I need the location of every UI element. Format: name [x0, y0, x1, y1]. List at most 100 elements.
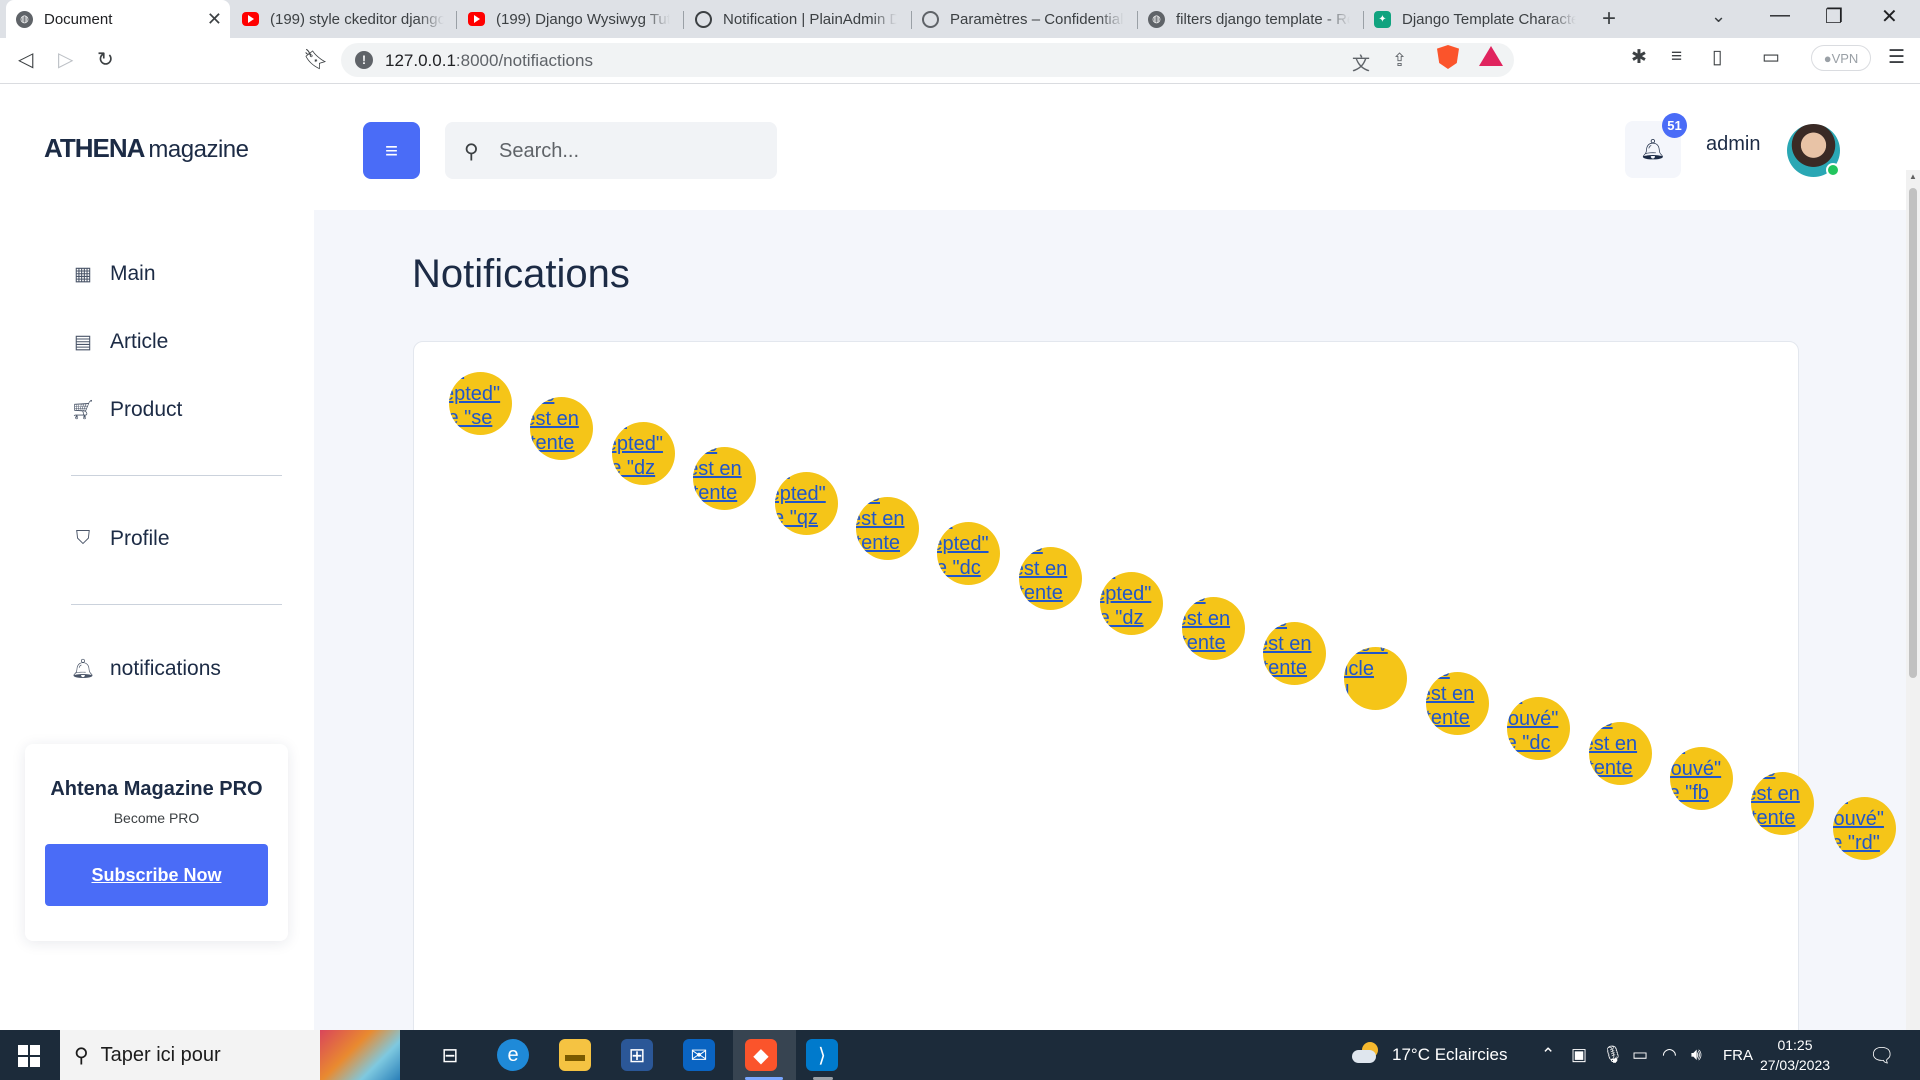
notification-link[interactable]: ctic est en ttente — [1019, 547, 1082, 605]
menu-icon[interactable]: ☰ — [1888, 46, 1905, 69]
sidebar-item-article[interactable]: ▤ Article — [72, 330, 168, 354]
close-window-icon[interactable]: ✕ — [1881, 4, 1898, 29]
task-view-icon[interactable]: ⊟ — [434, 1039, 466, 1071]
chevron-up-icon[interactable]: ⌃ — [1541, 1045, 1555, 1065]
url-text[interactable]: 127.0.0.1:8000/notifiactions — [385, 51, 593, 71]
taskbar-search-text: Taper ici pour — [100, 1043, 221, 1066]
taskbar-search[interactable]: ⚲ Taper ici pour — [60, 1030, 320, 1080]
logo-main-text: ATHENA — [44, 133, 145, 163]
notification-link[interactable]: ctic est en ttente — [1263, 622, 1326, 680]
notification-link[interactable]: ctic est en ttente — [530, 397, 593, 455]
tab-youtube-ckeditor[interactable]: (199) style ckeditor django — [232, 0, 454, 38]
notification-link[interactable]: i a epted" le "dz — [1100, 572, 1163, 630]
store-icon[interactable]: ⊞ — [621, 1039, 653, 1071]
page-title: Notifications — [412, 252, 630, 296]
address-bar[interactable]: ! 127.0.0.1:8000/notifiactions 文 ⇪ — [341, 43, 1514, 77]
shield-user-icon: ⛉ — [75, 528, 91, 549]
bell-icon: 🔔︎ — [70, 659, 96, 680]
volume-icon[interactable]: 🔊︎ — [1691, 1045, 1702, 1065]
battery-icon[interactable]: ▭ — [1632, 1045, 1648, 1065]
search-input[interactable] — [499, 135, 759, 167]
brave-rewards-icon[interactable] — [1479, 46, 1503, 66]
notification-link[interactable]: i a epted" le "dz — [612, 422, 675, 480]
notification-link[interactable]: i a epted" le "dc — [937, 522, 1000, 580]
new-tab-button[interactable]: + — [1602, 5, 1616, 33]
forward-icon[interactable]: ▷ — [58, 47, 73, 72]
extensions-icon[interactable]: ✱ — [1631, 46, 1647, 69]
back-icon[interactable]: ◁ — [18, 47, 33, 72]
subscribe-button[interactable]: Subscribe Now — [45, 844, 268, 906]
notification-link[interactable]: i a epted" le "se — [449, 372, 512, 430]
info-icon[interactable]: ! — [355, 51, 373, 69]
username[interactable]: admin — [1706, 133, 1760, 156]
minimize-icon[interactable]: — — [1770, 4, 1790, 27]
notifications-card: i a epted" le "se ctic est en ttente i a e… — [413, 341, 1896, 1030]
notification-link[interactable]: i a epted" le "qz — [775, 472, 838, 530]
notification-link[interactable]: i a rouvé" le "dc — [1507, 697, 1570, 755]
wifi-icon[interactable]: ◠ — [1662, 1045, 1677, 1065]
notification-link[interactable]: ctic est en ttente — [693, 447, 756, 505]
restore-icon[interactable]: ❐ — [1825, 4, 1843, 29]
playlist-icon[interactable]: ≡ — [1671, 46, 1682, 68]
reload-icon[interactable]: ↻ — [97, 47, 114, 72]
notification-link[interactable]: ctic est en ttente — [1182, 597, 1245, 655]
bookmark-icon[interactable]: 🔖︎ — [303, 47, 328, 72]
logo[interactable]: ATHENA magazine — [44, 133, 249, 164]
tab-filters-django[interactable]: ◍ filters django template - Re — [1138, 0, 1360, 38]
promo-title: Ahtena Magazine PRO — [50, 778, 263, 800]
sidebar-item-label: Product — [110, 398, 183, 421]
notification-link[interactable]: usé"v ticle d — [1344, 647, 1407, 705]
edge-icon[interactable]: e — [497, 1039, 529, 1071]
chevron-down-icon[interactable]: ⌄ — [1711, 6, 1726, 27]
nav-divider — [71, 475, 282, 476]
notification-link[interactable]: ctic est en ttente — [1751, 772, 1814, 830]
notification-link[interactable]: i a rouvé" le "rd" — [1833, 797, 1896, 855]
tab-settings-privacy[interactable]: Paramètres – Confidentialit — [912, 0, 1134, 38]
notification-link[interactable]: ctic est en ttente — [1589, 722, 1652, 780]
scrollbar-thumb[interactable] — [1909, 188, 1917, 678]
notification-bubble: i a epted" le "qz — [774, 472, 838, 535]
clock[interactable]: 01:25 27/03/2023 — [1745, 1035, 1845, 1075]
sidebar-item-profile[interactable]: ⛉ Profile — [72, 527, 170, 551]
notification-center-icon[interactable]: 🗨︎ — [1869, 1043, 1894, 1068]
weather-icon[interactable] — [1352, 1042, 1380, 1066]
notification-link[interactable]: ctic est en ttente — [1426, 672, 1489, 730]
file-explorer-icon[interactable]: ▬ — [559, 1039, 591, 1071]
notification-bubble: i a rouvé" le "dc — [1507, 697, 1571, 760]
microphone-icon[interactable]: 🎙︎ — [1602, 1045, 1624, 1065]
tab-separator — [683, 11, 684, 29]
vscode-icon[interactable]: ⟩ — [806, 1039, 838, 1071]
tab-plainadmin[interactable]: Notification | PlainAdmin D — [685, 0, 907, 38]
sidebar-item-main[interactable]: ▦ Main — [72, 262, 156, 286]
tab-youtube-wysiwyg[interactable]: (199) Django Wysiwyg Tuto — [458, 0, 680, 38]
wallet-icon[interactable]: ▭ — [1762, 46, 1780, 69]
sidebar-item-notifications[interactable]: 🔔︎ notifications — [70, 657, 221, 681]
meet-icon[interactable]: ▣ — [1571, 1045, 1587, 1065]
brave-browser-icon[interactable]: ◆ — [745, 1039, 777, 1071]
youtube-icon — [242, 12, 259, 26]
share-icon[interactable]: ⇪ — [1392, 50, 1407, 71]
vpn-label: VPN — [1831, 50, 1859, 66]
vpn-button[interactable]: ● VPN — [1811, 45, 1871, 71]
mail-icon[interactable]: ✉ — [683, 1039, 715, 1071]
scroll-up-icon[interactable]: ▲ — [1909, 172, 1917, 181]
close-tab-icon[interactable]: ✕ — [207, 9, 222, 30]
search-highlight-banner[interactable] — [320, 1030, 400, 1080]
scrollbar[interactable]: ▲ ▼ — [1906, 170, 1920, 1030]
translate-icon[interactable]: 文 — [1352, 50, 1370, 76]
tab-title: Paramètres – Confidentialit — [950, 10, 1124, 28]
notification-link[interactable]: i a rouvé" le "fb — [1670, 747, 1733, 805]
weather-text[interactable]: 17°C Eclaircies — [1392, 1045, 1507, 1065]
sidebar-icon[interactable]: ▯ — [1712, 46, 1722, 69]
notification-bubble: ctic est en ttente — [1425, 672, 1489, 735]
address-toolbar: ◁ ▷ ↻ 🔖︎ ! 127.0.0.1:8000/notifiactions … — [0, 38, 1920, 84]
windows-start-icon[interactable] — [18, 1045, 40, 1067]
sidebar-item-product[interactable]: 🛒︎ Product — [71, 398, 183, 422]
menu-toggle-button[interactable]: ≡ — [363, 122, 420, 179]
notification-link[interactable]: ctic est en ttente — [856, 497, 919, 555]
tab-document[interactable]: ◍ Document ✕ — [6, 0, 230, 38]
main-content: ≡ ⚲ 🔔︎ 51 admin Notifications i a epted"… — [314, 85, 1920, 1030]
tab-django-template[interactable]: ✦ Django Template Character — [1364, 0, 1586, 38]
clock-date: 27/03/2023 — [1759, 1057, 1831, 1073]
article-icon: ▤ — [74, 331, 92, 353]
